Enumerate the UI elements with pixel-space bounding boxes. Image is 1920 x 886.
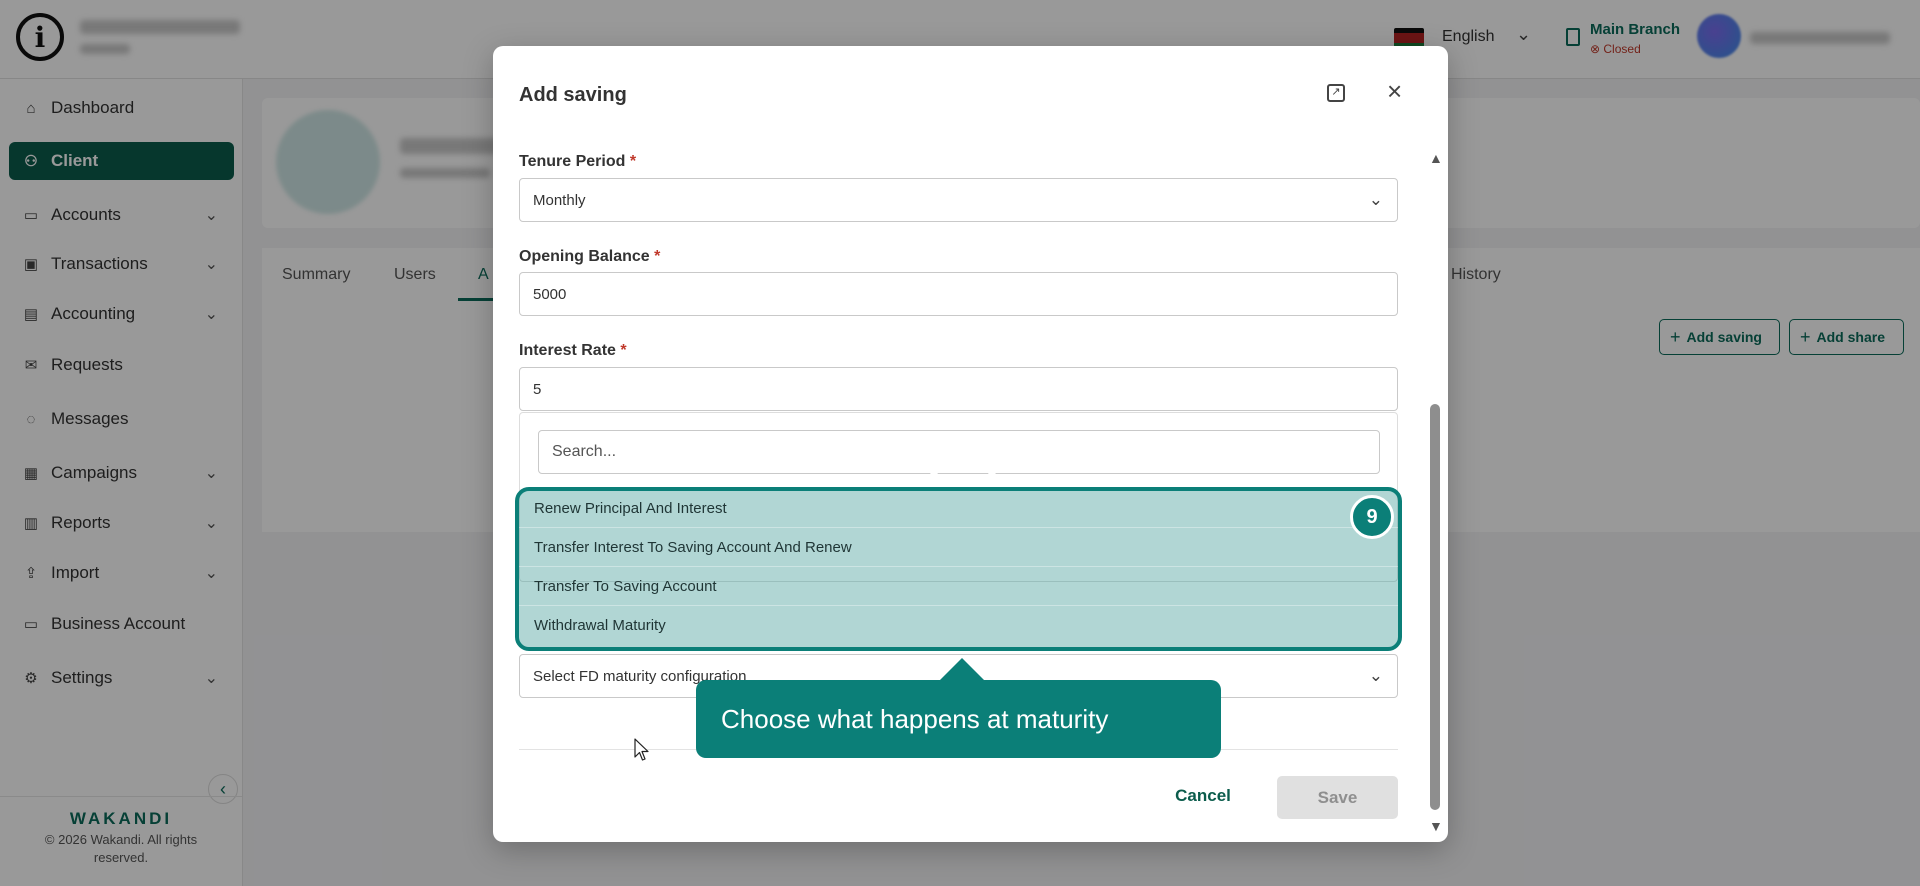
interest-rate-label: Interest Rate * [519, 342, 627, 359]
mouse-cursor-icon [634, 738, 649, 761]
chevron-down-icon: ⌄ [1368, 190, 1383, 209]
interest-rate-input[interactable]: 5 [519, 367, 1398, 411]
scroll-up-arrow-icon[interactable]: ▲ [1429, 150, 1443, 166]
tooltip-arrow [940, 658, 984, 680]
tenure-period-select[interactable]: Monthly ⌄ [519, 178, 1398, 222]
expand-icon[interactable]: ↗ [1327, 84, 1345, 102]
scroll-down-arrow-icon[interactable]: ▼ [1429, 818, 1443, 834]
save-button[interactable]: Save [1277, 776, 1398, 819]
option-withdrawal-maturity[interactable]: Withdrawal Maturity [519, 606, 1398, 645]
option-renew-principal-and-interest[interactable]: Renew Principal And Interest [519, 489, 1398, 528]
chevron-down-icon: ⌄ [1368, 666, 1383, 685]
option-transfer-to-saving-account[interactable]: Transfer To Saving Account [519, 567, 1398, 606]
close-icon[interactable]: × [1387, 76, 1402, 107]
tutorial-tooltip: Choose what happens at maturity [696, 680, 1221, 758]
cancel-button[interactable]: Cancel [1153, 776, 1253, 816]
opening-balance-input[interactable]: 5000 [519, 272, 1398, 316]
modal-scrollbar[interactable] [1430, 404, 1440, 810]
option-transfer-interest-and-renew[interactable]: Transfer Interest To Saving Account And … [519, 528, 1398, 567]
opening-balance-label: Opening Balance * [519, 248, 661, 265]
tutorial-step-badge: 9 [1350, 495, 1394, 539]
tenure-period-label: Tenure Period * [519, 153, 637, 170]
modal-title: Add saving [519, 84, 627, 106]
